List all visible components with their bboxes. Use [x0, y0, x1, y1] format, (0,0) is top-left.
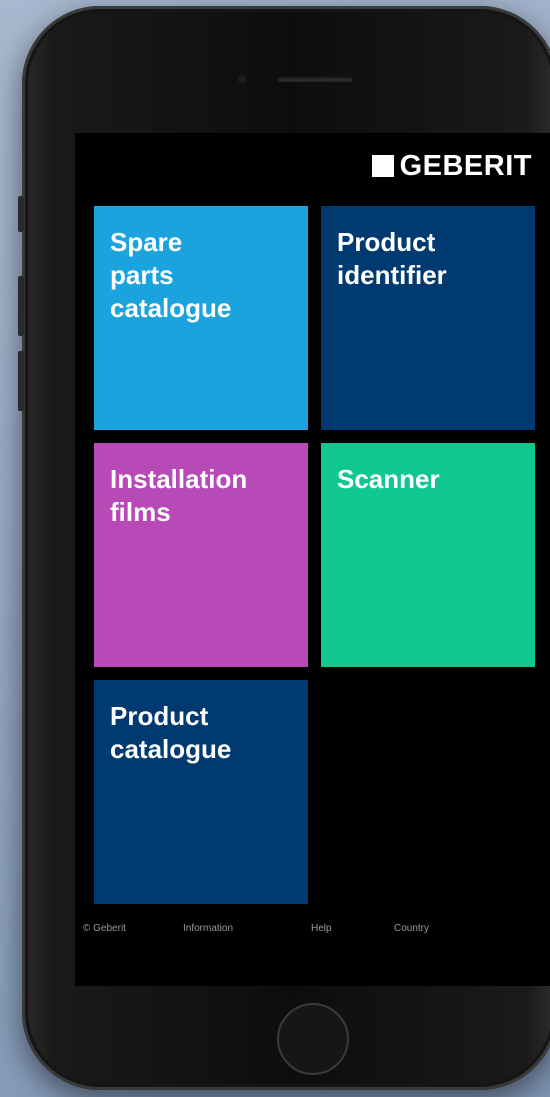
tile-spare-parts-catalogue[interactable]: Spare parts catalogue	[94, 206, 308, 430]
volume-up-button	[18, 276, 24, 336]
front-camera-icon	[237, 74, 247, 84]
tile-installation-films[interactable]: Installation films	[94, 443, 308, 667]
footer-country-link[interactable]: Country	[394, 923, 429, 934]
tile-label: Installation films	[110, 464, 248, 527]
volume-down-button	[18, 351, 24, 411]
logo-square-icon	[371, 155, 394, 177]
tile-label: Scanner	[337, 464, 440, 494]
earpiece-speaker	[277, 76, 353, 82]
tile-product-identifier[interactable]: Product identifier	[321, 206, 535, 430]
brand-logo: GEBERIT	[371, 149, 532, 182]
tile-product-catalogue[interactable]: Product catalogue	[94, 680, 308, 904]
footer-help-link[interactable]: Help	[311, 923, 332, 934]
app-screen: GEBERIT Spare parts catalogue Product id…	[75, 133, 550, 986]
tile-scanner[interactable]: Scanner	[321, 443, 535, 667]
brand-name: GEBERIT	[399, 149, 532, 182]
footer: © Geberit Information Help Country	[75, 923, 550, 943]
mute-switch	[18, 196, 24, 232]
tile-label: Product catalogue	[110, 701, 232, 764]
home-button[interactable]	[277, 1003, 349, 1075]
tile-label: Spare parts catalogue	[110, 227, 232, 323]
footer-information-link[interactable]: Information	[183, 923, 233, 934]
footer-copyright: © Geberit	[83, 923, 126, 934]
phone-frame: GEBERIT Spare parts catalogue Product id…	[18, 6, 550, 1090]
tile-label: Product identifier	[337, 227, 447, 290]
